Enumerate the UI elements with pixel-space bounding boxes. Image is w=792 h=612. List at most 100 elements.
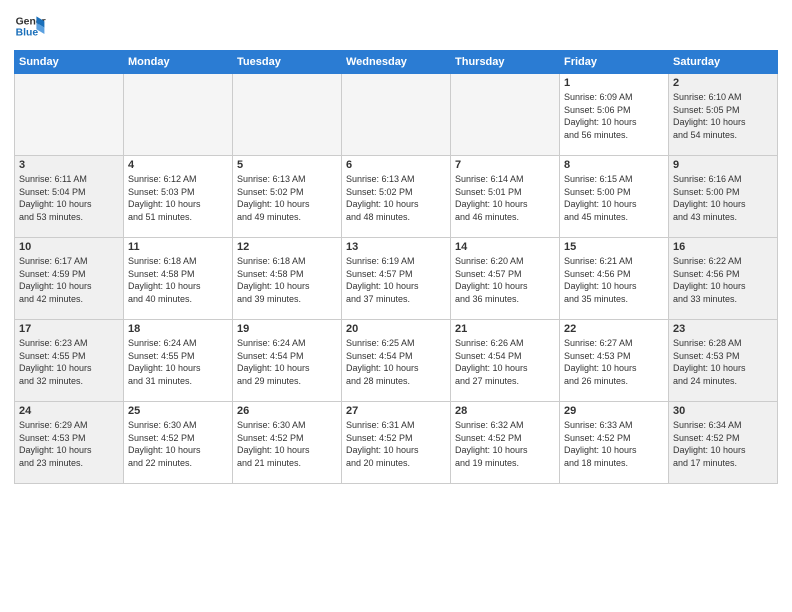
calendar-cell (342, 74, 451, 156)
calendar-cell: 10 Sunrise: 6:17 AM Sunset: 4:59 PM Dayli… (15, 238, 124, 320)
calendar-cell: 4 Sunrise: 6:12 AM Sunset: 5:03 PM Daylig… (124, 156, 233, 238)
week-row-4: 17Sunrise: 6:23 AM Sunset: 4:55 PM Dayli… (15, 320, 778, 402)
calendar-cell: 23 Sunrise: 6:28 AM Sunset: 4:53 PM Dayli… (669, 320, 778, 402)
day-number: 9 (673, 159, 773, 171)
page-container: General Blue SundayMondayTuesdayWednesda… (0, 0, 792, 490)
day-info: Sunrise: 6:10 AM Sunset: 5:05 PM Dayligh… (673, 91, 773, 141)
day-number: 11 (128, 241, 228, 253)
week-row-3: 10 Sunrise: 6:17 AM Sunset: 4:59 PM Dayli… (15, 238, 778, 320)
weekday-header-friday: Friday (560, 51, 669, 74)
day-info: Sunrise: 6:27 AM Sunset: 4:53 PM Dayligh… (564, 337, 664, 387)
calendar-cell: 2 Sunrise: 6:10 AM Sunset: 5:05 PM Daylig… (669, 74, 778, 156)
day-number: 25 (128, 405, 228, 417)
day-number: 28 (455, 405, 555, 417)
week-row-5: 24Sunrise: 6:29 AM Sunset: 4:53 PM Dayli… (15, 402, 778, 484)
day-number: 22 (564, 323, 664, 335)
day-number: 30 (673, 405, 773, 417)
day-number: 4 (128, 159, 228, 171)
calendar-cell: 5 Sunrise: 6:13 AM Sunset: 5:02 PM Daylig… (233, 156, 342, 238)
day-number: 29 (564, 405, 664, 417)
day-number: 15 (564, 241, 664, 253)
header-row: SundayMondayTuesdayWednesdayThursdayFrid… (15, 51, 778, 74)
calendar-table: SundayMondayTuesdayWednesdayThursdayFrid… (14, 50, 778, 484)
day-number: 20 (346, 323, 446, 335)
calendar-cell: 27 Sunrise: 6:31 AM Sunset: 4:52 PM Dayli… (342, 402, 451, 484)
calendar-cell: 24Sunrise: 6:29 AM Sunset: 4:53 PM Dayli… (15, 402, 124, 484)
day-number: 7 (455, 159, 555, 171)
day-info: Sunrise: 6:11 AM Sunset: 5:04 PM Dayligh… (19, 173, 119, 223)
day-info: Sunrise: 6:13 AM Sunset: 5:02 PM Dayligh… (346, 173, 446, 223)
day-number: 14 (455, 241, 555, 253)
day-info: Sunrise: 6:34 AM Sunset: 4:52 PM Dayligh… (673, 419, 773, 469)
calendar-cell: 25Sunrise: 6:30 AM Sunset: 4:52 PM Dayli… (124, 402, 233, 484)
day-number: 27 (346, 405, 446, 417)
weekday-header-sunday: Sunday (15, 51, 124, 74)
calendar-cell: 16 Sunrise: 6:22 AM Sunset: 4:56 PM Dayli… (669, 238, 778, 320)
calendar-cell: 17Sunrise: 6:23 AM Sunset: 4:55 PM Dayli… (15, 320, 124, 402)
calendar-cell (15, 74, 124, 156)
calendar-cell: 9 Sunrise: 6:16 AM Sunset: 5:00 PM Daylig… (669, 156, 778, 238)
day-number: 8 (564, 159, 664, 171)
day-info: Sunrise: 6:30 AM Sunset: 4:52 PM Dayligh… (237, 419, 337, 469)
weekday-header-tuesday: Tuesday (233, 51, 342, 74)
day-number: 12 (237, 241, 337, 253)
day-info: Sunrise: 6:18 AM Sunset: 4:58 PM Dayligh… (237, 255, 337, 305)
day-number: 23 (673, 323, 773, 335)
weekday-header-wednesday: Wednesday (342, 51, 451, 74)
weekday-header-saturday: Saturday (669, 51, 778, 74)
day-info: Sunrise: 6:16 AM Sunset: 5:00 PM Dayligh… (673, 173, 773, 223)
calendar-cell: 12 Sunrise: 6:18 AM Sunset: 4:58 PM Dayli… (233, 238, 342, 320)
day-info: Sunrise: 6:33 AM Sunset: 4:52 PM Dayligh… (564, 419, 664, 469)
calendar-cell: 6 Sunrise: 6:13 AM Sunset: 5:02 PM Daylig… (342, 156, 451, 238)
calendar-cell: 30 Sunrise: 6:34 AM Sunset: 4:52 PM Dayli… (669, 402, 778, 484)
day-info: Sunrise: 6:13 AM Sunset: 5:02 PM Dayligh… (237, 173, 337, 223)
calendar-cell: 22 Sunrise: 6:27 AM Sunset: 4:53 PM Dayli… (560, 320, 669, 402)
day-info: Sunrise: 6:14 AM Sunset: 5:01 PM Dayligh… (455, 173, 555, 223)
day-info: Sunrise: 6:26 AM Sunset: 4:54 PM Dayligh… (455, 337, 555, 387)
day-number: 10 (19, 241, 119, 253)
week-row-2: 3Sunrise: 6:11 AM Sunset: 5:04 PM Daylig… (15, 156, 778, 238)
svg-text:Blue: Blue (16, 28, 39, 39)
calendar-cell: 14 Sunrise: 6:20 AM Sunset: 4:57 PM Dayli… (451, 238, 560, 320)
logo-icon: General Blue (14, 10, 46, 42)
day-number: 2 (673, 77, 773, 89)
calendar-cell: 29 Sunrise: 6:33 AM Sunset: 4:52 PM Dayli… (560, 402, 669, 484)
calendar-cell: 20 Sunrise: 6:25 AM Sunset: 4:54 PM Dayli… (342, 320, 451, 402)
calendar-cell: 13Sunrise: 6:19 AM Sunset: 4:57 PM Dayli… (342, 238, 451, 320)
week-row-1: 1Sunrise: 6:09 AM Sunset: 5:06 PM Daylig… (15, 74, 778, 156)
calendar-cell: 21 Sunrise: 6:26 AM Sunset: 4:54 PM Dayli… (451, 320, 560, 402)
calendar-cell: 15Sunrise: 6:21 AM Sunset: 4:56 PM Dayli… (560, 238, 669, 320)
calendar-cell: 1Sunrise: 6:09 AM Sunset: 5:06 PM Daylig… (560, 74, 669, 156)
calendar-cell (124, 74, 233, 156)
day-info: Sunrise: 6:22 AM Sunset: 4:56 PM Dayligh… (673, 255, 773, 305)
calendar-cell: 8 Sunrise: 6:15 AM Sunset: 5:00 PM Daylig… (560, 156, 669, 238)
calendar-cell: 7 Sunrise: 6:14 AM Sunset: 5:01 PM Daylig… (451, 156, 560, 238)
header: General Blue (14, 10, 778, 42)
day-info: Sunrise: 6:23 AM Sunset: 4:55 PM Dayligh… (19, 337, 119, 387)
logo: General Blue (14, 10, 46, 42)
day-info: Sunrise: 6:15 AM Sunset: 5:00 PM Dayligh… (564, 173, 664, 223)
calendar-cell: 26 Sunrise: 6:30 AM Sunset: 4:52 PM Dayli… (233, 402, 342, 484)
day-info: Sunrise: 6:32 AM Sunset: 4:52 PM Dayligh… (455, 419, 555, 469)
day-number: 5 (237, 159, 337, 171)
day-number: 21 (455, 323, 555, 335)
day-number: 24 (19, 405, 119, 417)
day-number: 26 (237, 405, 337, 417)
day-info: Sunrise: 6:28 AM Sunset: 4:53 PM Dayligh… (673, 337, 773, 387)
day-info: Sunrise: 6:31 AM Sunset: 4:52 PM Dayligh… (346, 419, 446, 469)
day-info: Sunrise: 6:25 AM Sunset: 4:54 PM Dayligh… (346, 337, 446, 387)
day-number: 16 (673, 241, 773, 253)
calendar-cell (233, 74, 342, 156)
calendar-cell: 18Sunrise: 6:24 AM Sunset: 4:55 PM Dayli… (124, 320, 233, 402)
calendar-cell: 19Sunrise: 6:24 AM Sunset: 4:54 PM Dayli… (233, 320, 342, 402)
day-number: 18 (128, 323, 228, 335)
day-number: 6 (346, 159, 446, 171)
day-number: 1 (564, 77, 664, 89)
day-info: Sunrise: 6:17 AM Sunset: 4:59 PM Dayligh… (19, 255, 119, 305)
calendar-cell: 28 Sunrise: 6:32 AM Sunset: 4:52 PM Dayli… (451, 402, 560, 484)
calendar-cell: 11Sunrise: 6:18 AM Sunset: 4:58 PM Dayli… (124, 238, 233, 320)
calendar-cell: 3Sunrise: 6:11 AM Sunset: 5:04 PM Daylig… (15, 156, 124, 238)
day-number: 13 (346, 241, 446, 253)
day-info: Sunrise: 6:12 AM Sunset: 5:03 PM Dayligh… (128, 173, 228, 223)
day-info: Sunrise: 6:20 AM Sunset: 4:57 PM Dayligh… (455, 255, 555, 305)
